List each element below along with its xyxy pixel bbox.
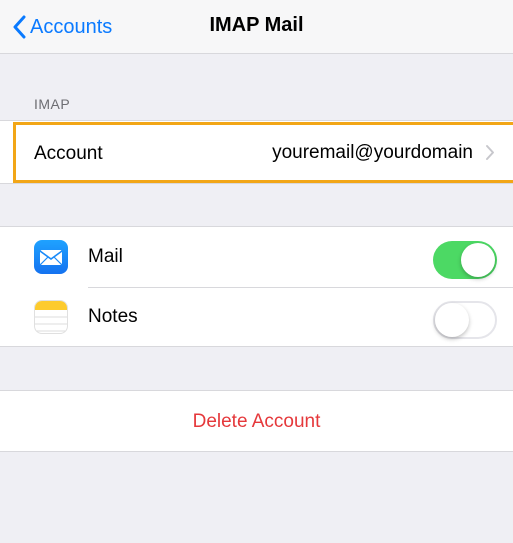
page-title: IMAP Mail [209, 14, 304, 36]
mail-toggle-knob [461, 243, 495, 277]
account-row[interactable]: Account youremail@yourdomain [0, 120, 513, 184]
navigation-bar: Accounts IMAP Mail [0, 0, 513, 54]
mail-label: Mail [88, 246, 123, 267]
notes-icon [34, 300, 68, 334]
account-value: youremail@yourdomain [272, 142, 473, 163]
account-label: Account [34, 143, 103, 164]
delete-account-button[interactable]: Delete Account [0, 390, 513, 452]
settings-screen: Accounts IMAP Mail IMAP Account youremai… [0, 0, 513, 543]
mail-toggle[interactable] [433, 241, 497, 279]
delete-account-label: Delete Account [192, 411, 321, 432]
notes-toggle[interactable] [433, 301, 497, 339]
toggle-row-notes: Notes [0, 287, 513, 347]
toggle-row-mail: Mail [0, 227, 513, 287]
chevron-right-icon [486, 145, 494, 160]
mail-icon [34, 240, 68, 274]
notes-label: Notes [88, 306, 138, 327]
notes-toggle-knob [435, 303, 469, 337]
app-toggle-group: Mail Notes [0, 226, 513, 347]
section-header-imap: IMAP [34, 96, 71, 112]
